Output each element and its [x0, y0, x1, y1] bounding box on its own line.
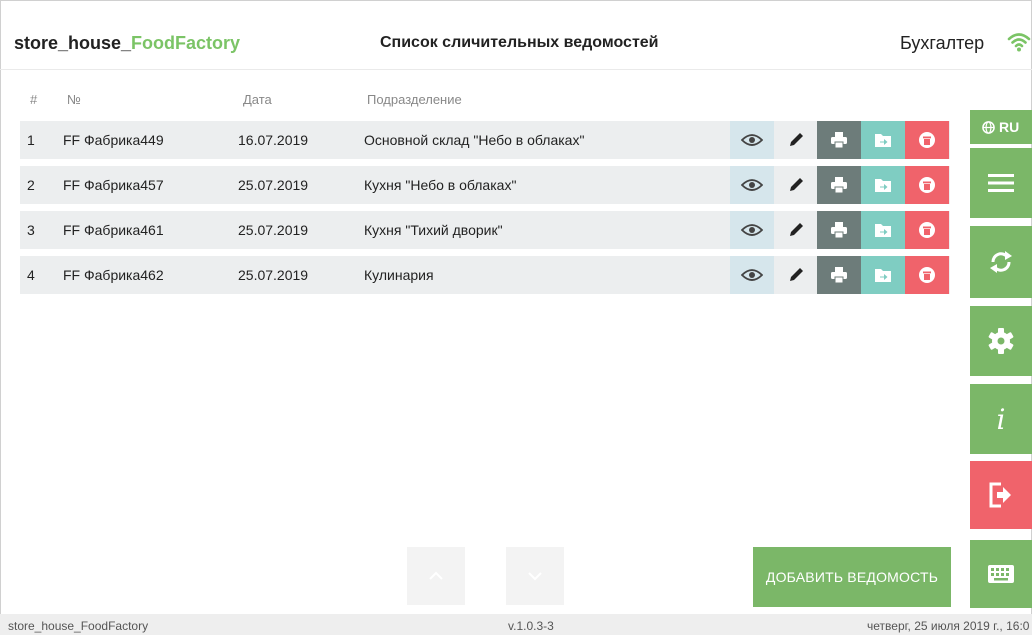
column-index: #: [30, 92, 38, 107]
edit-button[interactable]: [774, 256, 818, 294]
delete-button[interactable]: [905, 211, 949, 249]
row-number: FF Фабрика462: [63, 267, 164, 283]
column-number: №: [67, 92, 81, 107]
info-icon: i: [996, 402, 1006, 436]
logout-button[interactable]: [970, 461, 1032, 529]
row-date: 25.07.2019: [238, 222, 309, 238]
row-number: FF Фабрика449: [63, 132, 164, 148]
footer-app-name: store_house_FoodFactory: [8, 619, 149, 633]
brand-accent: FoodFactory: [131, 33, 241, 53]
eye-icon: [741, 269, 763, 281]
printer-icon: [831, 132, 847, 149]
menu-button[interactable]: [970, 148, 1032, 218]
keyboard-icon: [988, 565, 1014, 583]
printer-icon: [831, 177, 847, 194]
pencil-icon: [790, 133, 803, 146]
language-label: RU: [999, 119, 1020, 135]
printer-icon: [831, 222, 847, 239]
page-title: Список сличительных ведомостей: [380, 34, 659, 51]
view-button[interactable]: [730, 121, 774, 159]
eye-icon: [741, 134, 763, 146]
pencil-icon: [790, 178, 803, 191]
row-index: 1: [27, 132, 35, 148]
globe-icon: [982, 120, 995, 134]
folder-export-icon: [875, 179, 891, 192]
print-button[interactable]: [817, 211, 861, 249]
settings-button[interactable]: [970, 306, 1032, 376]
trash-icon: [919, 177, 935, 193]
table-row[interactable]: 2 FF Фабрика457 25.07.2019 Кухня "Небо в…: [20, 166, 950, 204]
printer-icon: [831, 267, 847, 284]
folder-export-icon: [875, 269, 891, 282]
row-division: Кулинария: [364, 267, 434, 283]
language-button[interactable]: RU: [970, 110, 1032, 144]
pencil-icon: [790, 268, 803, 281]
print-button[interactable]: [817, 166, 861, 204]
info-button[interactable]: i: [970, 384, 1032, 454]
eye-icon: [741, 224, 763, 236]
export-button[interactable]: [861, 256, 905, 294]
view-button[interactable]: [730, 256, 774, 294]
table-row[interactable]: 4 FF Фабрика462 25.07.2019 Кулинария: [20, 256, 950, 294]
table-row[interactable]: 1 FF Фабрика449 16.07.2019 Основной скла…: [20, 121, 950, 159]
row-division: Основной склад "Небо в облаках": [364, 132, 585, 148]
chevron-up-icon: [429, 571, 443, 580]
eye-icon: [741, 179, 763, 191]
menu-icon: [988, 174, 1014, 192]
gear-icon: [988, 328, 1014, 354]
folder-export-icon: [875, 224, 891, 237]
status-bar: store_house_FoodFactory v.1.0.3-3 четвер…: [0, 614, 1032, 635]
row-division: Кухня "Небо в облаках": [364, 177, 517, 193]
app-brand: store_house_FoodFactory: [14, 33, 240, 54]
logout-icon: [989, 482, 1011, 508]
export-button[interactable]: [861, 211, 905, 249]
export-button[interactable]: [861, 121, 905, 159]
row-index: 3: [27, 222, 35, 238]
delete-button[interactable]: [905, 121, 949, 159]
pencil-icon: [790, 223, 803, 236]
edit-button[interactable]: [774, 166, 818, 204]
chevron-down-icon: [528, 572, 542, 581]
delete-button[interactable]: [905, 256, 949, 294]
row-division: Кухня "Тихий дворик": [364, 222, 503, 238]
wifi-icon: [1007, 33, 1031, 52]
row-date: 25.07.2019: [238, 267, 309, 283]
keyboard-button[interactable]: [970, 540, 1032, 608]
table-row[interactable]: 3 FF Фабрика461 25.07.2019 Кухня "Тихий …: [20, 211, 950, 249]
folder-export-icon: [875, 134, 891, 147]
trash-icon: [919, 132, 935, 148]
row-index: 4: [27, 267, 35, 283]
column-division: Подразделение: [367, 92, 462, 107]
trash-icon: [919, 267, 935, 283]
scroll-up-button[interactable]: [407, 547, 465, 605]
row-date: 16.07.2019: [238, 132, 309, 148]
row-date: 25.07.2019: [238, 177, 309, 193]
delete-button[interactable]: [905, 166, 949, 204]
edit-button[interactable]: [774, 121, 818, 159]
brand-main: store_house_: [14, 33, 132, 53]
column-date: Дата: [243, 92, 272, 107]
view-button[interactable]: [730, 166, 774, 204]
print-button[interactable]: [817, 256, 861, 294]
header: store_house_FoodFactory Список сличитель…: [0, 0, 1032, 70]
row-number: FF Фабрика457: [63, 177, 164, 193]
row-index: 2: [27, 177, 35, 193]
export-button[interactable]: [861, 166, 905, 204]
footer-version: v.1.0.3-3: [508, 619, 554, 633]
refresh-button[interactable]: [970, 226, 1032, 298]
trash-icon: [919, 222, 935, 238]
footer-datetime: четверг, 25 июля 2019 г., 16:0: [867, 619, 1030, 633]
add-statement-button[interactable]: ДОБАВИТЬ ВЕДОМОСТЬ: [753, 547, 951, 607]
edit-button[interactable]: [774, 211, 818, 249]
refresh-icon: [990, 251, 1012, 273]
scroll-down-button[interactable]: [506, 547, 564, 605]
print-button[interactable]: [817, 121, 861, 159]
row-number: FF Фабрика461: [63, 222, 164, 238]
view-button[interactable]: [730, 211, 774, 249]
table-header: # № Дата Подразделение: [0, 92, 950, 114]
user-role: Бухгалтер: [900, 33, 985, 53]
